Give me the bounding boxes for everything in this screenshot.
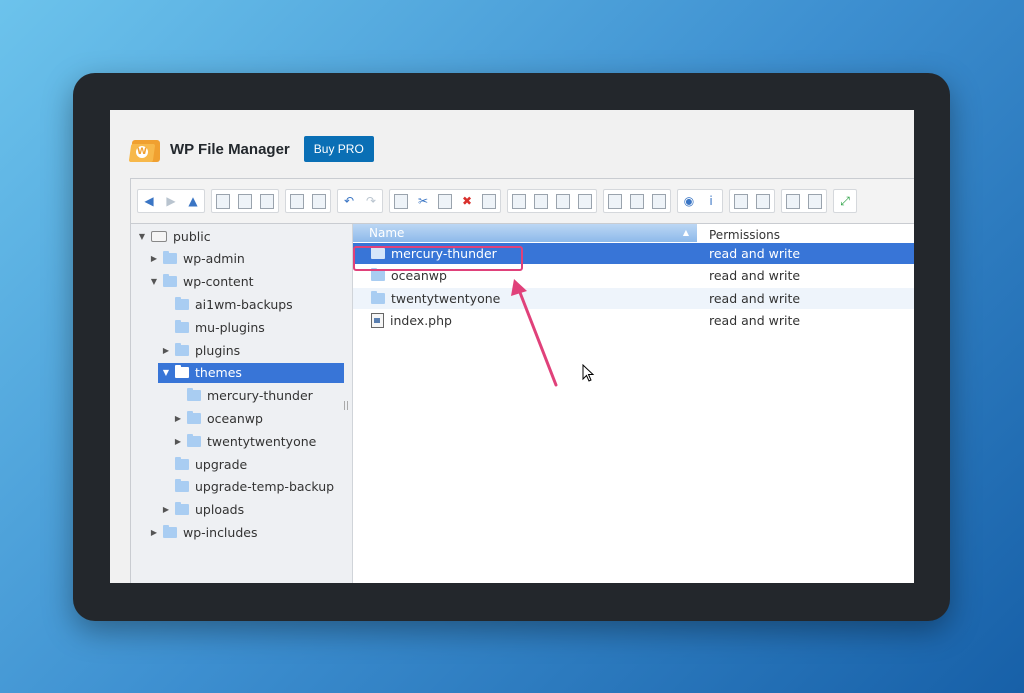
mouse-cursor-icon bbox=[582, 364, 595, 382]
annotation-arrow bbox=[511, 279, 558, 387]
